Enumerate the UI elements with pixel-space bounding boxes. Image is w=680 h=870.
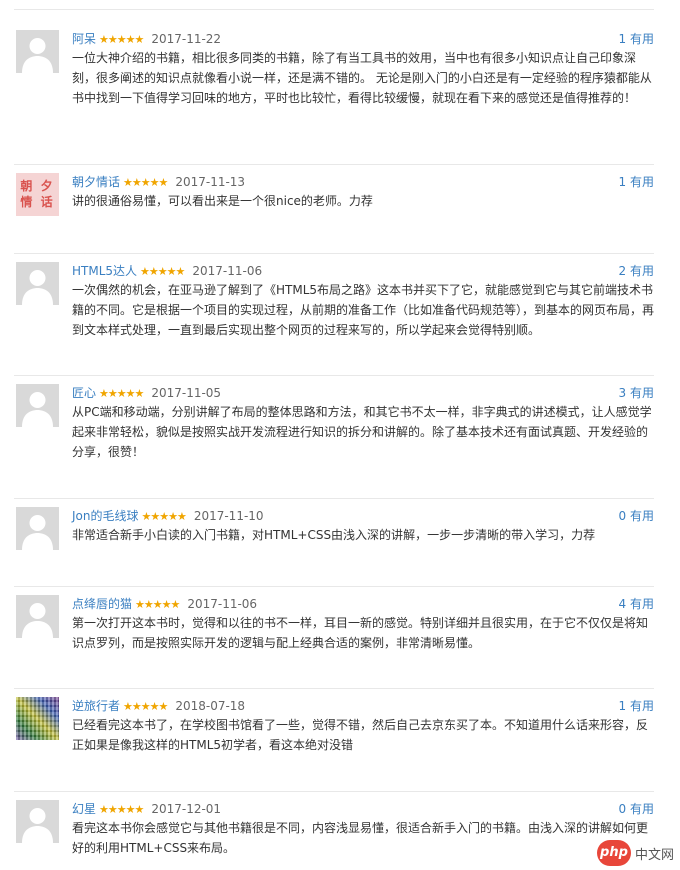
useful-vote-link[interactable]: 1 有用: [619, 173, 654, 191]
review-text: 讲的很通俗易懂，可以看出来是一个很nice的老师。力荐: [72, 194, 373, 208]
watermark-text: 中文网: [634, 847, 674, 863]
useful-vote-link[interactable]: 2 有用: [619, 262, 654, 280]
review-meta: 幻星 ★★★★★ 2017-12-01: [72, 800, 221, 818]
review-meta: 匠心 ★★★★★ 2017-11-05: [72, 384, 221, 402]
review-text: 一位大神介绍的书籍，相比很多同类的书籍，除了有当工具书的效用，当中也有很多小知识…: [72, 51, 652, 105]
star-rating-icon: ★★★★★: [123, 700, 168, 713]
avatar[interactable]: 朝 夕 情 话: [16, 173, 59, 216]
review-text: 第一次打开这本书时，觉得和以往的书不一样，耳目一新的感觉。特别详细并且很实用，在…: [72, 616, 649, 650]
reviewer-name-link[interactable]: 阿呆: [72, 32, 96, 46]
review-date: 2017-11-10: [193, 509, 264, 523]
useful-vote-link[interactable]: 0 有用: [619, 800, 654, 818]
default-avatar-icon[interactable]: [16, 30, 59, 73]
divider: [14, 9, 654, 10]
review-item: 匠心 ★★★★★ 2017-11-05 3 有用从PC端和移动端，分别讲解了布局的整体…: [14, 376, 654, 499]
star-rating-icon: ★★★★★: [99, 387, 144, 400]
review-date: 2017-11-05: [151, 386, 222, 400]
reviewer-name-link[interactable]: 朝夕情话: [72, 175, 120, 189]
review-item: 幻星 ★★★★★ 2017-12-01 0 有用看完这本书你会感觉它与其他书籍很是不同…: [14, 792, 654, 870]
default-avatar-icon[interactable]: [16, 384, 59, 427]
avatar-text: 朝 夕 情 话: [20, 179, 55, 209]
default-avatar-icon[interactable]: [16, 262, 59, 305]
star-rating-icon: ★★★★★: [123, 176, 168, 189]
default-avatar-icon[interactable]: [16, 800, 59, 843]
review-meta: HTML5达人 ★★★★★ 2017-11-06: [72, 262, 262, 280]
reviewer-name-link[interactable]: 匠心: [72, 386, 96, 400]
reviewer-name-link[interactable]: 幻星: [72, 802, 96, 816]
star-rating-icon: ★★★★★: [135, 598, 180, 611]
reviewer-name-link[interactable]: HTML5达人: [72, 264, 137, 278]
reviewer-name-link[interactable]: 点绛唇的猫: [72, 597, 132, 611]
review-date: 2017-12-01: [151, 802, 222, 816]
review-meta: Jon的毛线球 ★★★★★ 2017-11-10: [72, 507, 264, 525]
review-meta: 朝夕情话 ★★★★★ 2017-11-13: [72, 173, 245, 191]
review-item: HTML5达人 ★★★★★ 2017-11-06 2 有用一次偶然的机会，在亚马逊了解…: [14, 254, 654, 376]
review-item: 朝 夕 情 话 朝夕情话 ★★★★★ 2017-11-13 1 有用讲的很通俗易懂，可以…: [14, 165, 654, 254]
review-item: 点绛唇的猫 ★★★★★ 2017-11-06 4 有用第一次打开这本书时，觉得和以往的…: [14, 587, 654, 689]
star-rating-icon: ★★★★★: [140, 265, 185, 278]
useful-vote-link[interactable]: 1 有用: [619, 30, 654, 48]
reviewer-name-link[interactable]: 逆旅行者: [72, 699, 120, 713]
useful-vote-link[interactable]: 4 有用: [619, 595, 654, 613]
php-logo-icon: php: [596, 840, 631, 866]
review-item: 阿呆 ★★★★★ 2017-11-22 1 有用一位大神介绍的书籍，相比很多同类的书籍…: [14, 22, 654, 165]
review-text: 一次偶然的机会，在亚马逊了解到了《HTML5布局之路》这本书并买下了它，就能感觉…: [72, 283, 655, 337]
reviewer-name-link[interactable]: Jon的毛线球: [72, 509, 139, 523]
avatar[interactable]: [16, 697, 59, 740]
default-avatar-icon[interactable]: [16, 595, 59, 638]
review-date: 2017-11-06: [187, 597, 258, 611]
review-date: 2017-11-06: [192, 264, 263, 278]
default-avatar-icon[interactable]: [16, 507, 59, 550]
review-date: 2018-07-18: [175, 699, 246, 713]
watermark: php 中文网: [596, 840, 674, 866]
review-text: 看完这本书你会感觉它与其他书籍很是不同，内容浅显易懂，很适合新手入门的书籍。由浅…: [72, 821, 649, 855]
review-meta: 点绛唇的猫 ★★★★★ 2017-11-06: [72, 595, 257, 613]
review-date: 2017-11-13: [175, 175, 246, 189]
useful-vote-link[interactable]: 0 有用: [619, 507, 654, 525]
review-date: 2017-11-22: [151, 32, 222, 46]
review-meta: 阿呆 ★★★★★ 2017-11-22: [72, 30, 221, 48]
review-item: 逆旅行者 ★★★★★ 2018-07-18 1 有用已经看完这本书了，在学校图书馆看了…: [14, 689, 654, 792]
useful-vote-link[interactable]: 3 有用: [619, 384, 654, 402]
useful-vote-link[interactable]: 1 有用: [619, 697, 654, 715]
review-text: 非常适合新手小白读的入门书籍，对HTML+CSS由浅入深的讲解，一步一步清晰的带…: [72, 528, 596, 542]
star-rating-icon: ★★★★★: [99, 33, 144, 46]
review-item: Jon的毛线球 ★★★★★ 2017-11-10 0 有用非常适合新手小白读的入门书籍…: [14, 499, 654, 587]
review-text: 已经看完这本书了，在学校图书馆看了一些，觉得不错，然后自己去京东买了本。不知道用…: [72, 718, 649, 752]
star-rating-icon: ★★★★★: [99, 803, 144, 816]
review-meta: 逆旅行者 ★★★★★ 2018-07-18: [72, 697, 245, 715]
review-text: 从PC端和移动端，分别讲解了布局的整体思路和方法，和其它书不太一样，非字典式的讲…: [72, 405, 652, 459]
star-rating-icon: ★★★★★: [141, 510, 187, 523]
